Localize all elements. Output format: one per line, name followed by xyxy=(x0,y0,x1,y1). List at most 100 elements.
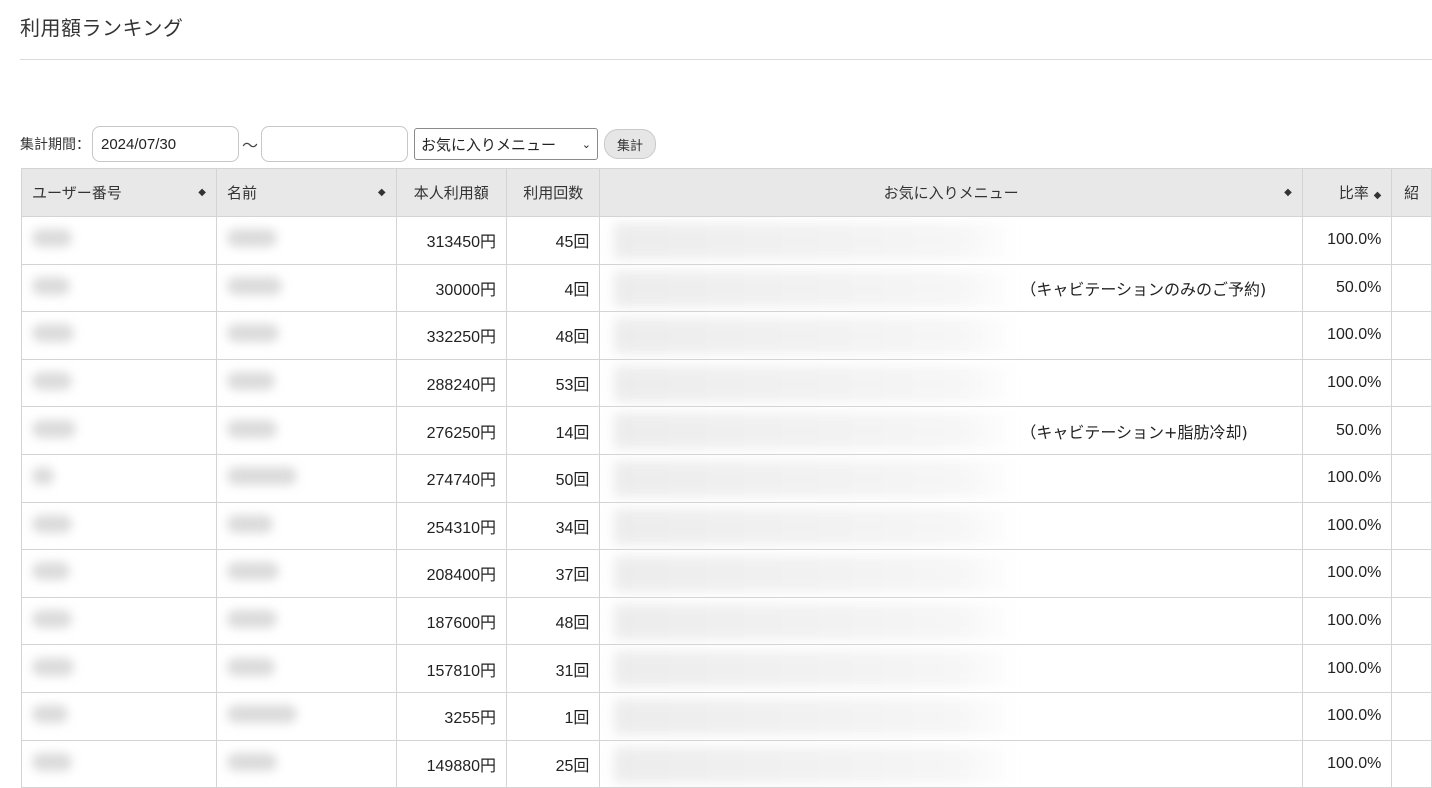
favorite-menu-cell xyxy=(599,216,1303,265)
name-cell xyxy=(215,549,397,598)
ratio-cell: 100.0% xyxy=(1301,549,1393,598)
favorite-menu-cell xyxy=(599,644,1303,693)
name-cell xyxy=(215,596,397,646)
truncated-cell xyxy=(1391,406,1432,455)
user-number-cell xyxy=(21,311,217,360)
truncated-cell xyxy=(1391,216,1432,265)
count-cell: 31回 xyxy=(506,644,601,693)
period-label: 集計期間： xyxy=(20,137,90,153)
table-row: 332250円 48回 100.0% xyxy=(21,311,1432,360)
title-divider xyxy=(20,59,1432,60)
amount-cell: 274740円 xyxy=(395,453,508,503)
sort-icon: ◆ xyxy=(1284,187,1292,198)
col-amount: 本人利用額 xyxy=(395,168,508,217)
name-cell xyxy=(215,644,397,693)
count-cell: 1回 xyxy=(506,691,601,741)
favorite-menu-cell xyxy=(599,311,1303,360)
count-cell: 34回 xyxy=(506,501,601,551)
ratio-cell: 100.0% xyxy=(1301,596,1393,646)
table-row: 3255円 1回 100.0% xyxy=(21,691,1432,741)
amount-cell: 149880円 xyxy=(395,739,508,788)
favorite-menu-select-value: お気に入りメニュー xyxy=(421,135,557,154)
truncated-cell xyxy=(1391,501,1432,551)
truncated-cell xyxy=(1391,739,1432,788)
col-name[interactable]: 名前 ◆ xyxy=(215,168,397,217)
favorite-menu-cell xyxy=(599,549,1303,598)
col-user-number[interactable]: ユーザー番号 ◆ xyxy=(21,168,217,217)
table-row: 30000円 4回 （キャビテーションのみのご予約) 50.0% xyxy=(21,263,1432,313)
amount-cell: 254310円 xyxy=(395,501,508,551)
user-number-cell xyxy=(21,644,217,693)
col-ratio[interactable]: 比率 ◆ xyxy=(1301,168,1393,217)
table-row: 274740円 50回 100.0% xyxy=(21,453,1432,503)
count-cell: 53回 xyxy=(506,358,601,408)
period-filter: 集計期間： 〜 お気に入りメニュー ⌄ 集計 xyxy=(20,126,657,162)
user-number-cell xyxy=(21,263,217,313)
ratio-cell: 100.0% xyxy=(1301,644,1393,693)
favorite-menu-cell: （キャビテーションのみのご予約) xyxy=(599,263,1303,313)
count-cell: 25回 xyxy=(506,739,601,788)
favorite-menu-cell: （キャビテーション+脂肪冷却) xyxy=(599,406,1303,455)
user-number-cell xyxy=(21,358,217,408)
name-cell xyxy=(215,691,397,741)
count-cell: 48回 xyxy=(506,311,601,360)
truncated-cell xyxy=(1391,358,1432,408)
name-cell xyxy=(215,263,397,313)
sort-icon: ◆ xyxy=(198,187,206,198)
user-number-cell xyxy=(21,216,217,265)
ratio-cell: 100.0% xyxy=(1301,311,1393,360)
favorite-menu-cell xyxy=(599,691,1303,741)
start-date-input[interactable] xyxy=(92,126,239,162)
table-row: 157810円 31回 100.0% xyxy=(21,644,1432,693)
count-cell: 37回 xyxy=(506,549,601,598)
favorite-menu-text: （キャビテーションのみのご予約) xyxy=(1020,279,1267,299)
count-cell: 48回 xyxy=(506,596,601,646)
name-cell xyxy=(215,406,397,455)
user-number-cell xyxy=(21,453,217,503)
count-cell: 45回 xyxy=(506,216,601,265)
user-number-cell xyxy=(21,406,217,455)
amount-cell: 313450円 xyxy=(395,216,508,265)
favorite-menu-select[interactable]: お気に入りメニュー ⌄ xyxy=(414,128,599,160)
end-date-input[interactable] xyxy=(261,126,409,162)
user-number-cell xyxy=(21,501,217,551)
table-row: 276250円 14回 （キャビテーション+脂肪冷却) 50.0% xyxy=(21,406,1432,455)
name-cell xyxy=(215,453,397,503)
amount-cell: 276250円 xyxy=(395,406,508,455)
col-truncated: 紹 xyxy=(1391,168,1432,217)
sort-icon: ◆ xyxy=(377,187,386,198)
count-cell: 50回 xyxy=(506,453,601,503)
truncated-cell xyxy=(1391,453,1432,503)
amount-cell: 288240円 xyxy=(395,358,508,408)
truncated-cell xyxy=(1391,549,1432,598)
name-cell xyxy=(215,311,397,360)
ratio-cell: 100.0% xyxy=(1301,358,1393,408)
user-number-cell xyxy=(21,596,217,646)
truncated-cell xyxy=(1391,311,1432,360)
favorite-menu-cell xyxy=(599,596,1303,646)
table-row: 254310円 34回 100.0% xyxy=(21,501,1432,551)
ratio-cell: 100.0% xyxy=(1301,501,1393,551)
date-separator: 〜 xyxy=(242,136,259,155)
ratio-cell: 100.0% xyxy=(1301,216,1393,265)
table-row: 187600円 48回 100.0% xyxy=(21,596,1432,646)
col-favorite-menu[interactable]: お気に入りメニュー ◆ xyxy=(599,168,1303,217)
favorite-menu-cell xyxy=(599,358,1303,408)
amount-cell: 3255円 xyxy=(395,691,508,741)
favorite-menu-cell xyxy=(599,739,1303,788)
favorite-menu-text: （キャビテーション+脂肪冷却) xyxy=(1020,422,1248,442)
name-cell xyxy=(215,739,397,788)
chevron-down-icon: ⌄ xyxy=(581,137,592,151)
table-row: 288240円 53回 100.0% xyxy=(21,358,1432,408)
truncated-cell xyxy=(1391,596,1432,646)
aggregate-button[interactable]: 集計 xyxy=(604,129,657,159)
ratio-cell: 100.0% xyxy=(1301,739,1393,788)
truncated-cell xyxy=(1391,691,1432,741)
amount-cell: 332250円 xyxy=(395,311,508,360)
ranking-table: ユーザー番号 ◆ 名前 ◆ 本人利用額 利用回数 お気に入りメニュー ◆ 比率 ◆ 紹… xyxy=(21,168,1432,788)
amount-cell: 187600円 xyxy=(395,596,508,646)
table-row: 208400円 37回 100.0% xyxy=(21,549,1432,598)
col-count: 利用回数 xyxy=(506,168,601,217)
count-cell: 14回 xyxy=(506,406,601,455)
name-cell xyxy=(215,216,397,265)
